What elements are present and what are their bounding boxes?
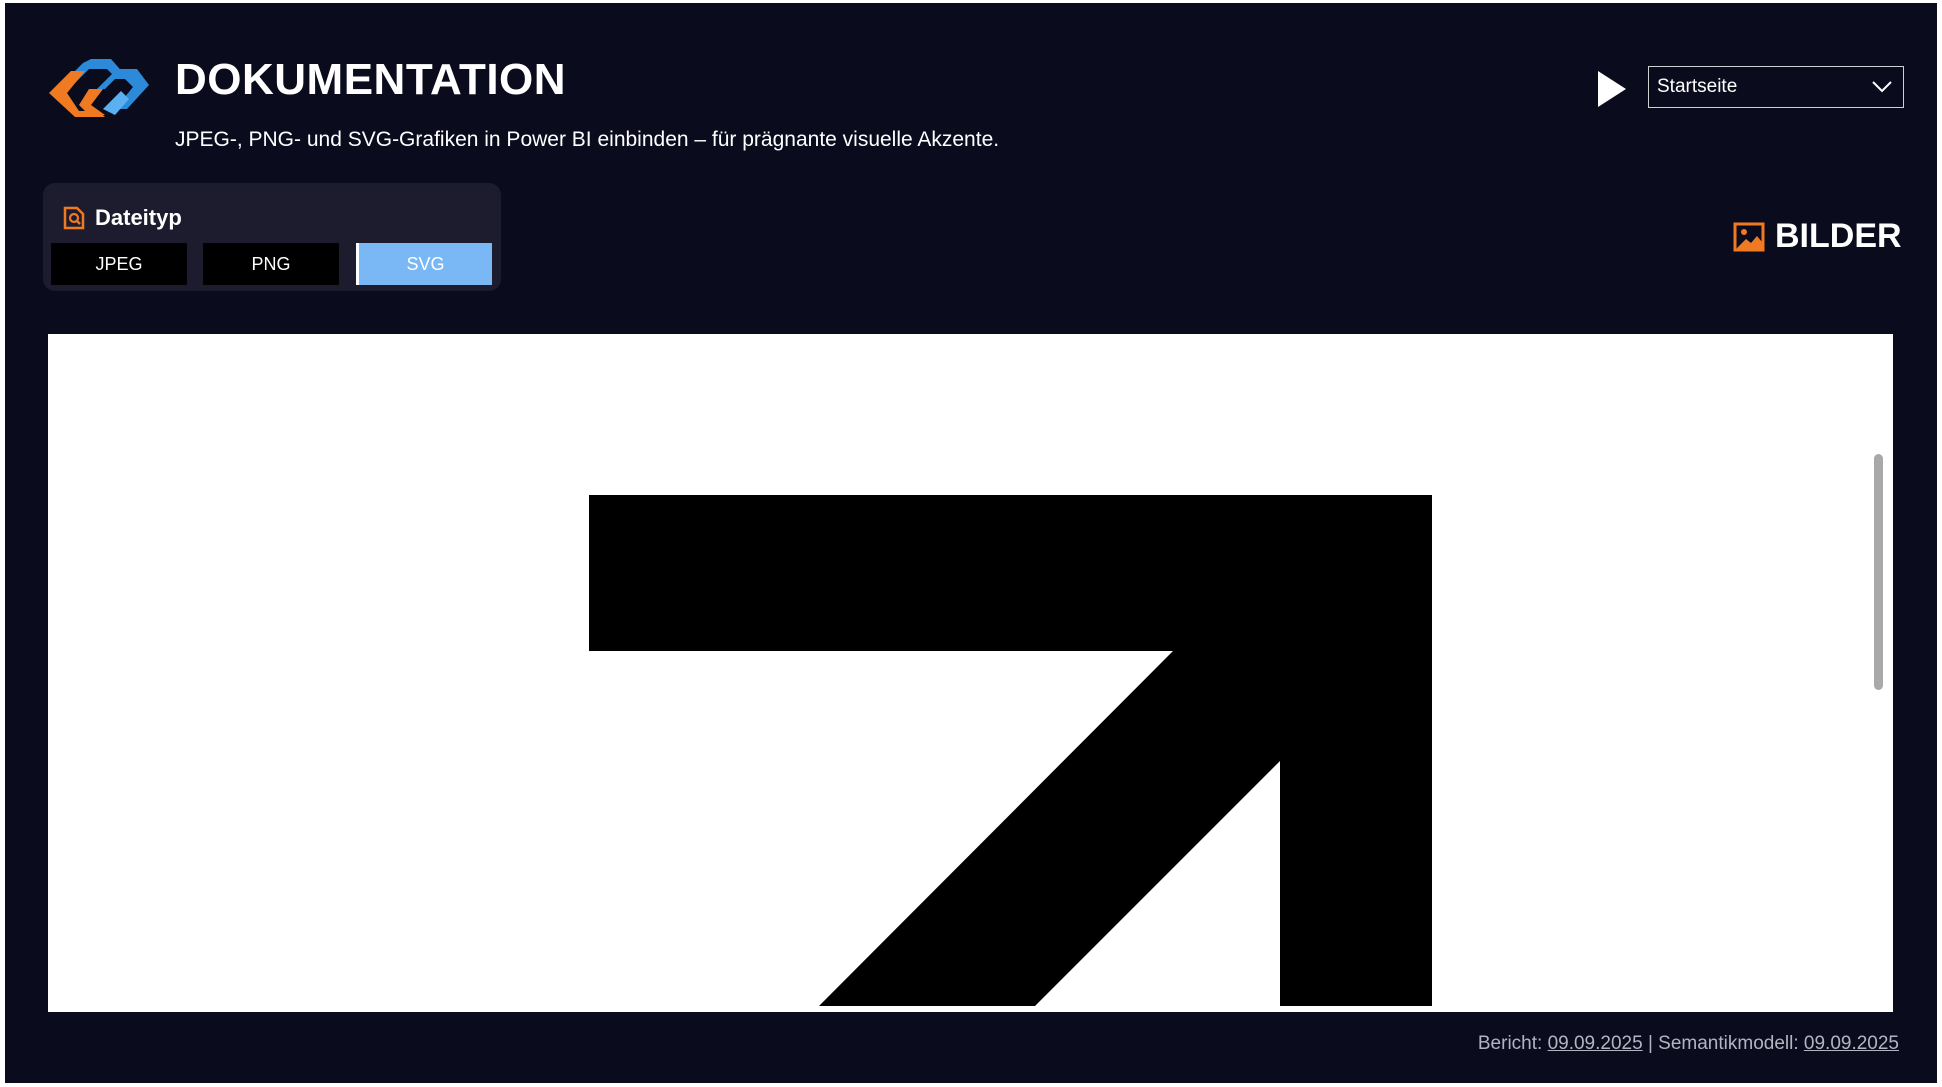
arrow-up-right-icon xyxy=(589,495,1432,1006)
play-icon[interactable] xyxy=(1595,69,1629,109)
image-preview xyxy=(48,334,1893,1012)
filetype-option-png[interactable]: PNG xyxy=(203,243,339,285)
model-date[interactable]: 09.09.2025 xyxy=(1804,1033,1899,1054)
slicer-label: Dateityp xyxy=(95,205,182,230)
slicer-header: Dateityp xyxy=(63,205,182,231)
filetype-option-svg[interactable]: SVG xyxy=(356,243,492,285)
section-title: BILDER xyxy=(1775,217,1902,255)
filetype-option-jpeg[interactable]: JPEG xyxy=(51,243,187,285)
report-canvas: DOKUMENTATION JPEG-, PNG- und SVG-Grafik… xyxy=(5,3,1937,1083)
file-search-icon xyxy=(63,206,85,230)
logo-icon xyxy=(45,53,151,133)
report-date[interactable]: 09.09.2025 xyxy=(1548,1033,1643,1054)
refresh-info: Bericht: 09.09.2025 | Semantikmodell: 09… xyxy=(1478,1033,1899,1055)
section-label: BILDER xyxy=(1733,217,1902,256)
vertical-scrollbar[interactable] xyxy=(1874,454,1883,690)
page-subtitle: JPEG-, PNG- und SVG-Grafiken in Power BI… xyxy=(175,128,1000,151)
image-icon xyxy=(1733,222,1765,251)
chevron-down-icon xyxy=(1872,81,1892,93)
model-label: Semantikmodell: xyxy=(1658,1033,1799,1054)
footer-separator: | xyxy=(1647,1033,1653,1054)
page-title: DOKUMENTATION xyxy=(175,55,567,104)
filetype-slicer: Dateityp JPEG PNG SVG xyxy=(43,183,501,291)
report-label: Bericht: xyxy=(1477,1033,1543,1054)
page-select-dropdown[interactable]: Startseite xyxy=(1648,66,1904,108)
page-select-value: Startseite xyxy=(1657,76,1738,97)
